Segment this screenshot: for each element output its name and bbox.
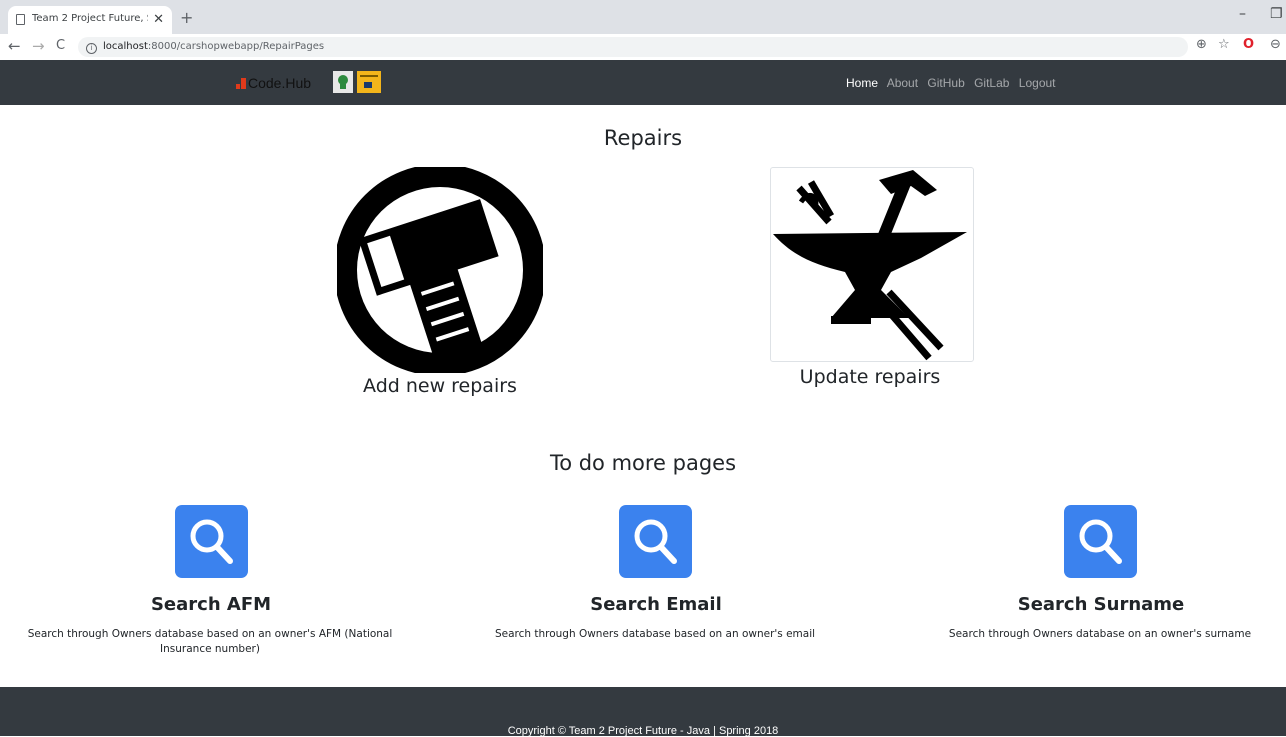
tab-title: Team 2 Project Future, Spring MVC <box>32 13 148 24</box>
bookmark-star-icon[interactable]: ☆ <box>1218 37 1230 52</box>
nav-home[interactable]: Home <box>846 76 878 90</box>
site-navbar: Code.Hub Home About GitHub GitLab Logout <box>0 60 1286 105</box>
zoom-icon[interactable]: ⊕ <box>1196 37 1207 52</box>
search-afm-icon[interactable] <box>175 505 248 578</box>
search-email-icon[interactable] <box>619 505 692 578</box>
search-afm-description: Search through Owners database based on … <box>27 628 393 655</box>
info-icon[interactable]: i <box>86 43 97 54</box>
minimize-button[interactable]: – <box>1239 6 1246 22</box>
footer-copyright: Copyright © Team 2 Project Future - Java… <box>507 725 779 737</box>
opera-icon[interactable]: O <box>1243 37 1254 52</box>
add-repair-hammer-icon[interactable] <box>337 167 543 373</box>
nav-about[interactable]: About <box>887 76 918 90</box>
repairs-heading: Repairs <box>603 126 683 150</box>
url-field[interactable]: i localhost:8000/carshopwebapp/RepairPage… <box>78 37 1188 57</box>
add-repairs-link[interactable]: Add new repairs <box>340 375 540 397</box>
address-bar: ← → C i localhost:8000/carshopwebapp/Repa… <box>0 34 1286 61</box>
page-icon <box>16 14 25 25</box>
url-host: localhost <box>103 41 148 52</box>
reload-icon[interactable]: C <box>56 38 65 53</box>
restore-button[interactable]: ❐ <box>1270 6 1283 22</box>
update-repairs-link[interactable]: Update repairs <box>770 366 970 388</box>
search-email-title[interactable]: Search Email <box>505 594 807 615</box>
back-icon[interactable]: ← <box>8 37 21 55</box>
url-path: :8000/carshopwebapp/RepairPages <box>147 41 325 52</box>
forward-icon[interactable]: → <box>32 37 45 55</box>
nav-gitlab[interactable]: GitLab <box>974 76 1009 90</box>
new-tab-button[interactable]: + <box>180 8 193 27</box>
tab-close-icon[interactable]: ✕ <box>153 12 164 27</box>
search-email-description: Search through Owners database based on … <box>494 628 816 640</box>
search-afm-title[interactable]: Search AFM <box>60 594 362 615</box>
partner-logos <box>333 71 381 93</box>
brand-logo[interactable]: Code.Hub <box>236 75 311 91</box>
update-repairs-card[interactable] <box>770 167 974 362</box>
codehub-logo-icon <box>236 78 246 89</box>
profile-icon[interactable]: ⊖ <box>1270 37 1281 52</box>
site-footer: Copyright © Team 2 Project Future - Java… <box>0 687 1286 737</box>
more-pages-heading: To do more pages <box>549 451 737 475</box>
browser-tab-strip: Team 2 Project Future, Spring MVC ✕ + – … <box>0 0 1286 34</box>
search-surname-description: Search through Owners database on an own… <box>948 628 1252 640</box>
brand-text: Code.Hub <box>248 75 312 91</box>
anvil-icon <box>773 170 967 361</box>
search-surname-icon[interactable] <box>1064 505 1137 578</box>
nav-links: Home About GitHub GitLab Logout <box>846 76 1062 90</box>
search-surname-title[interactable]: Search Surname <box>950 594 1252 615</box>
browser-tab[interactable]: Team 2 Project Future, Spring MVC ✕ <box>8 6 172 34</box>
nav-logout[interactable]: Logout <box>1019 76 1056 90</box>
nav-github[interactable]: GitHub <box>927 76 964 90</box>
